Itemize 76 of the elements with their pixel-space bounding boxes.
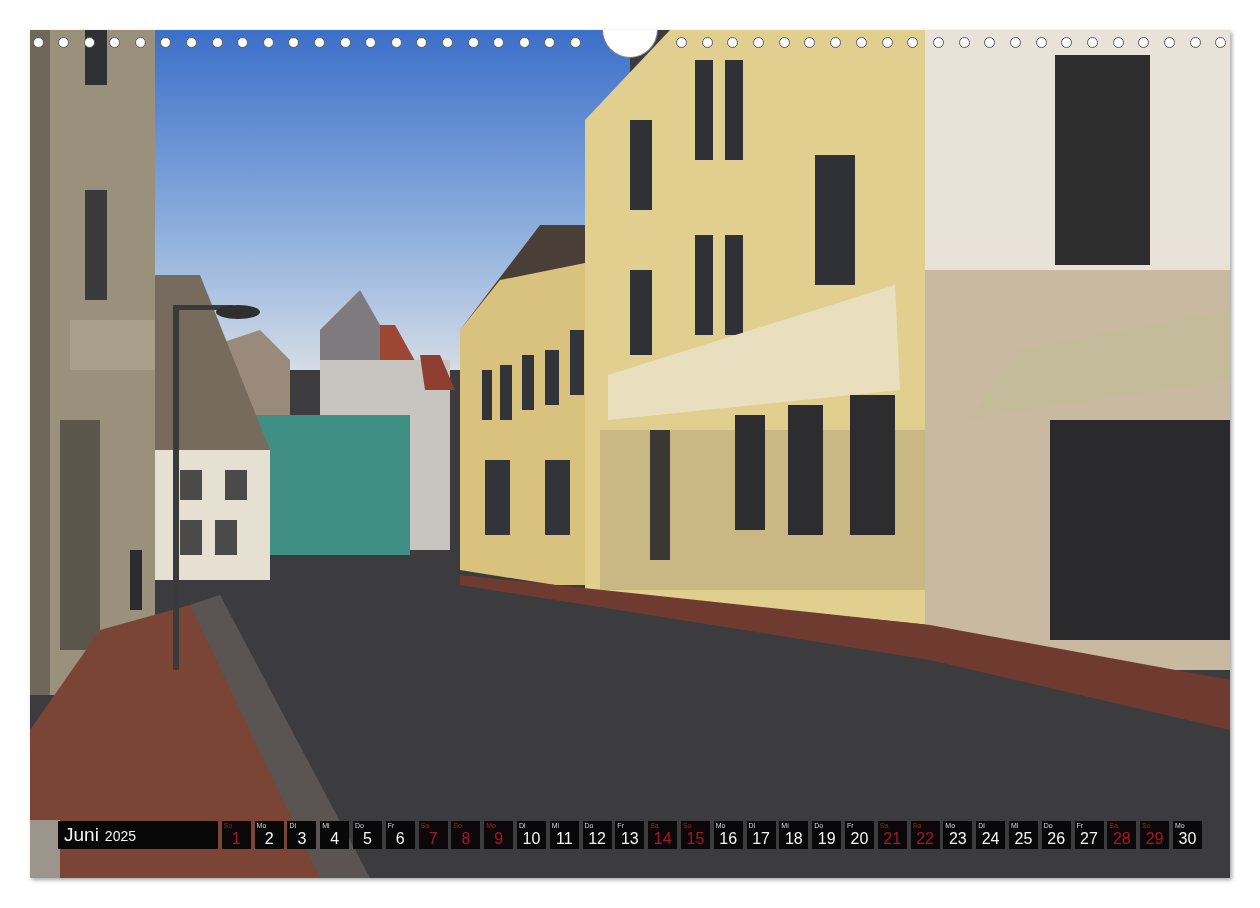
binding-hole [907,37,919,48]
day-number: 27 [1079,830,1099,848]
binding-hole [416,37,428,48]
binding-hole [1164,37,1176,48]
binding-hole [1112,37,1124,48]
binding-hole [211,37,223,48]
binding-hole [701,37,713,48]
binding-hole [493,37,505,48]
binding-hole [1061,37,1073,48]
day-number: 18 [783,830,804,848]
binding-hole [83,37,95,48]
binding-hole [881,37,893,48]
day-number: 15 [685,830,706,848]
day-number: 7 [427,830,439,848]
binding-hole [1138,37,1150,48]
binding-hole [569,37,581,48]
binding-hole [288,37,300,48]
binding-hole [262,37,274,48]
year-label: 2025 [104,827,136,846]
day-number: 11 [554,830,574,848]
day-number: 16 [718,830,739,848]
binding-hole [186,37,198,48]
binding-hole [855,37,867,48]
binding-hole [676,37,687,48]
day-number: 14 [652,830,673,848]
binding-hole [1009,37,1021,48]
binding-hole [804,37,816,48]
binding-hole [365,37,377,48]
binding-hole [32,37,44,48]
day-number: 21 [882,830,903,848]
binding-hole [753,37,765,48]
binding-hole [467,37,479,48]
binding-hole [1189,37,1201,48]
day-number: 1 [230,830,242,848]
day-number: 26 [1046,830,1067,848]
day-number: 6 [394,830,406,848]
day-number: 10 [521,830,542,848]
day-number: 23 [947,830,968,848]
binding-hole [1087,37,1098,48]
day-number: 9 [493,830,505,848]
day-number: 19 [816,830,837,848]
binding-hole [134,37,146,48]
day-number: 24 [980,830,1001,848]
day-number: 12 [587,830,607,848]
binding-hole [518,37,530,48]
day-number: 5 [362,830,373,848]
binding-hole [932,37,944,48]
day-number: 22 [915,830,935,848]
binding-hole [339,37,351,48]
binding-hole [442,37,453,48]
binding-hole [984,37,996,48]
day-number: 29 [1144,830,1165,848]
binding-hole [58,37,70,48]
binding-hole [778,37,790,48]
day-number: 25 [1013,830,1034,848]
binding-hole [109,37,121,48]
day-number: 4 [329,830,341,848]
month-name: Juni [64,824,99,846]
binding-hole [314,37,326,48]
binding-hole [237,37,249,48]
binding-hole [390,37,402,48]
binding-hole [727,37,739,48]
binding-hole [160,37,172,48]
binding-hole [1035,37,1047,48]
day-number: 8 [460,830,472,848]
day-number: 17 [751,830,771,848]
day-number: 3 [296,830,308,848]
binding-hole [544,37,556,48]
day-number: 30 [1177,830,1198,848]
day-number: 13 [619,830,640,848]
binding-hole [1215,37,1227,48]
day-number: 2 [263,830,275,848]
binding-hole [958,37,970,48]
day-number: 20 [849,830,870,848]
binding-hole [830,37,842,48]
day-number: 28 [1111,830,1132,848]
